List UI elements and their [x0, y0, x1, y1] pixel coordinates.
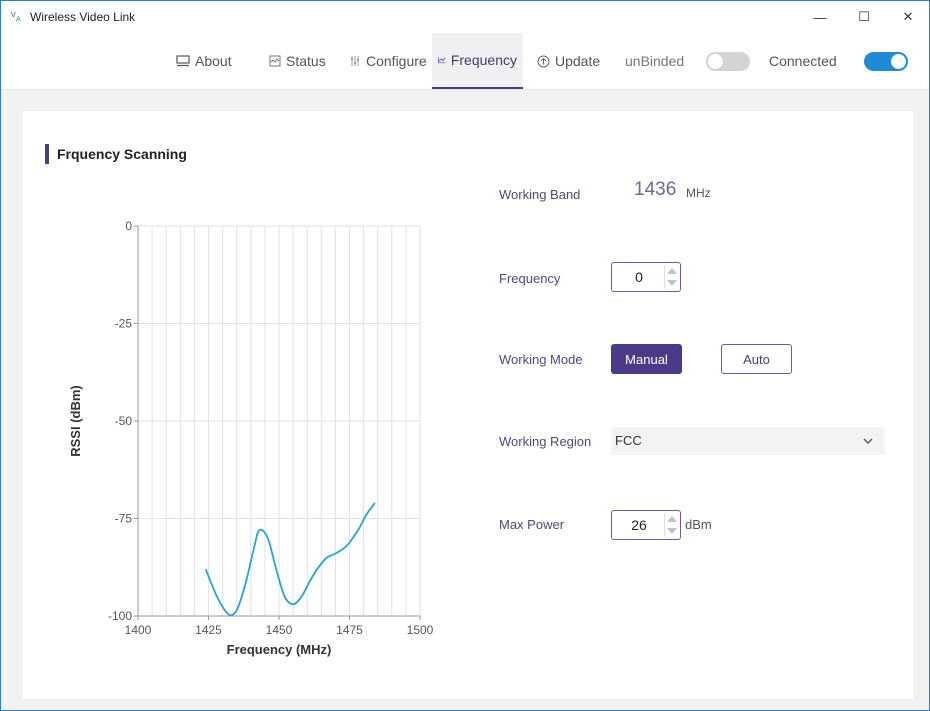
title-bar[interactable]: V A Wireless Video Link — ☐ ✕ — [1, 1, 929, 33]
app-logo-icon: V A — [11, 12, 21, 23]
tab-label: Frequency — [450, 52, 517, 68]
working-region-select[interactable]: FCC — [611, 427, 885, 455]
working-band-unit: MHz — [686, 186, 711, 200]
auto-mode-button[interactable]: Auto — [721, 344, 792, 374]
manual-mode-button[interactable]: Manual — [611, 344, 682, 374]
svg-text:A: A — [16, 16, 21, 23]
x-tick-label: 1425 — [195, 623, 222, 637]
close-button[interactable]: ✕ — [885, 1, 929, 33]
tab-label: Configure — [366, 53, 427, 69]
line-chart-icon — [438, 57, 446, 64]
frequency-value[interactable]: 0 — [612, 263, 666, 291]
working-band-value: 1436 — [634, 179, 677, 200]
y-tick-label: -75 — [115, 512, 133, 526]
tab-status[interactable]: Status — [269, 33, 326, 89]
connection-toggle[interactable] — [864, 52, 908, 71]
y-axis-title: RSSI (dBm) — [68, 385, 83, 457]
stepper-up-icon[interactable] — [667, 268, 677, 274]
frequency-stepper[interactable]: 0 — [611, 262, 681, 292]
minimize-button[interactable]: — — [797, 1, 843, 33]
stepper-arrows — [664, 513, 678, 537]
window-title: Wireless Video Link — [30, 10, 136, 24]
y-tick-label: -100 — [108, 609, 132, 623]
working-region-label: Working Region — [499, 434, 592, 449]
toggle-knob — [708, 54, 723, 69]
max-power-label: Max Power — [499, 517, 565, 532]
max-power-value[interactable]: 26 — [612, 511, 666, 539]
working-region-value: FCC — [615, 433, 642, 448]
x-tick-label: 1450 — [266, 623, 293, 637]
y-tick-label: 0 — [125, 219, 132, 233]
tab-label: Status — [286, 53, 326, 69]
x-tick-label: 1400 — [125, 623, 152, 637]
x-tick-label: 1475 — [336, 623, 363, 637]
stepper-down-icon[interactable] — [667, 528, 677, 534]
toggle-knob — [891, 54, 906, 69]
status-icon — [269, 55, 281, 67]
maximize-button[interactable]: ☐ — [841, 1, 887, 33]
max-power-stepper[interactable]: 26 — [611, 510, 681, 540]
tab-label: About — [195, 53, 232, 69]
max-power-unit: dBm — [685, 517, 712, 532]
tab-frequency[interactable]: Frequency — [432, 33, 523, 89]
stepper-up-icon[interactable] — [667, 516, 677, 522]
section-accent-bar — [45, 144, 49, 164]
chevron-down-icon — [863, 438, 873, 444]
stepper-down-icon[interactable] — [667, 280, 677, 286]
bind-status-label: unBinded — [625, 53, 685, 69]
bind-toggle[interactable] — [706, 52, 750, 71]
tab-label: Update — [555, 53, 601, 69]
y-tick-label: -25 — [115, 317, 133, 331]
working-mode-label: Working Mode — [499, 352, 583, 367]
frequency-panel: Frquency Scanning 0 -25 -50 -75 -100 1400 1425… — [21, 110, 915, 700]
frequency-label: Frequency — [499, 271, 561, 286]
app-window: V A Wireless Video Link — ☐ ✕ About Stat… — [0, 0, 930, 711]
rssi-frequency-chart: 0 -25 -50 -75 -1001400 1425 1450 1475 1500 Freque… — [68, 219, 434, 657]
upload-circle-icon — [537, 55, 550, 67]
tab-update[interactable]: Update — [537, 33, 600, 89]
stepper-arrows — [664, 265, 678, 289]
working-band-label: Working Band — [499, 187, 581, 202]
monitor-icon — [176, 55, 190, 67]
top-nav: About Status Configure Frequency Update … — [1, 33, 929, 90]
section-title: Frquency Scanning — [57, 146, 187, 162]
connection-status-label: Connected — [769, 53, 837, 69]
x-tick-label: 1500 — [407, 623, 434, 637]
x-axis-title: Frequency (MHz) — [227, 642, 332, 657]
y-tick-label: -50 — [115, 414, 133, 428]
tab-configure[interactable]: Configure — [349, 33, 427, 89]
sliders-icon — [351, 56, 359, 66]
tab-about[interactable]: About — [176, 33, 232, 89]
